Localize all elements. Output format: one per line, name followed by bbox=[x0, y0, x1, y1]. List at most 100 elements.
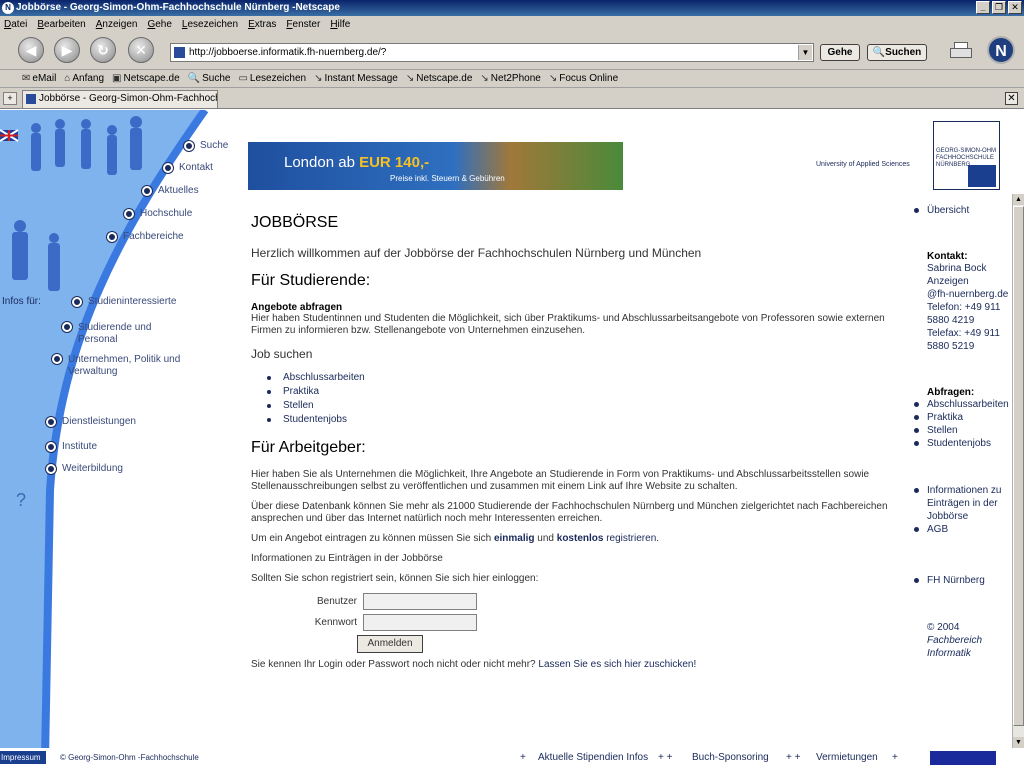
search-button[interactable]: 🔍Suchen bbox=[867, 44, 927, 61]
menu-fenster[interactable]: Fenster bbox=[286, 19, 320, 30]
info-entries-side-link[interactable]: Informationen zu Einträgen in der Jobbör… bbox=[914, 484, 1012, 523]
job-link-praktika[interactable]: Praktika bbox=[267, 385, 901, 399]
new-tab-icon[interactable]: + bbox=[3, 92, 17, 105]
toolbar-item-focus-online[interactable]: ↘ Focus Online bbox=[549, 73, 618, 84]
netscape-logo[interactable]: N bbox=[987, 36, 1015, 64]
password-input[interactable] bbox=[363, 614, 477, 631]
overview-link[interactable]: Übersicht bbox=[914, 204, 1012, 217]
impressum-link[interactable]: Impressum bbox=[0, 751, 46, 764]
print-icon[interactable] bbox=[948, 40, 976, 62]
contact-fax: Telefax: +49 911 bbox=[927, 328, 1000, 339]
tab-title: Jobbörse - Georg-Simon-Ohm-Fachhochsch..… bbox=[39, 93, 217, 104]
query-link-praktika[interactable]: Praktika bbox=[914, 411, 1012, 424]
nav-studierende-personal[interactable]: Studierende und Personal bbox=[62, 322, 172, 346]
nav-unternehmen[interactable]: Unternehmen, Politik und Verwaltung bbox=[52, 354, 182, 378]
scroll-up-icon[interactable]: ▲ bbox=[1013, 194, 1024, 205]
register-link-kostenlos[interactable]: kostenlos bbox=[557, 533, 604, 544]
close-tab-icon[interactable]: ✕ bbox=[1005, 92, 1018, 105]
url-dropdown-icon[interactable]: ▼ bbox=[798, 45, 812, 60]
job-link-abschlussarbeiten[interactable]: Abschlussarbeiten bbox=[267, 371, 901, 385]
toolbar-item-bookmarks[interactable]: ▭ Lesezeichen bbox=[238, 73, 306, 84]
back-icon[interactable]: ◀ bbox=[18, 37, 44, 63]
nav-suche[interactable]: Suche bbox=[184, 140, 228, 151]
nav-institute[interactable]: Institute bbox=[46, 441, 97, 452]
menu-anzeigen[interactable]: Anzeigen bbox=[96, 19, 138, 30]
menu-datei[interactable]: Datei bbox=[4, 19, 27, 30]
ad-banner[interactable]: London ab EUR 140,- Preise inkl. Steuern… bbox=[248, 142, 623, 190]
toolbar-item-net2phone[interactable]: ↘ Net2Phone bbox=[480, 73, 540, 84]
banner-prefix: London ab bbox=[284, 154, 360, 171]
scroll-down-icon[interactable]: ▼ bbox=[1013, 737, 1024, 748]
login-button[interactable]: Anmelden bbox=[357, 635, 423, 653]
menu-lesezeichen[interactable]: Lesezeichen bbox=[182, 19, 238, 30]
nav-label: Dienstleistungen bbox=[62, 416, 136, 427]
contact-email[interactable]: @fh-nuernberg.de bbox=[927, 288, 1012, 301]
agb-link[interactable]: AGB bbox=[914, 523, 1012, 536]
nav-label: Suche bbox=[200, 140, 229, 151]
nav-label: Studierende und Personal bbox=[78, 322, 152, 345]
job-link-stellen[interactable]: Stellen bbox=[267, 399, 901, 413]
register-text: Um ein Angebot eintragen zu können müsse… bbox=[251, 533, 901, 545]
toolbar-item-instant-message[interactable]: ↘ Instant Message bbox=[314, 73, 398, 84]
menu-bearbeiten[interactable]: Bearbeiten bbox=[37, 19, 85, 30]
maximize-button[interactable]: ❐ bbox=[992, 1, 1006, 14]
reload-icon[interactable]: ↻ bbox=[90, 37, 116, 63]
infos-label: Infos für: bbox=[2, 296, 41, 307]
nav-dienstleistungen[interactable]: Dienstleistungen bbox=[46, 416, 136, 427]
nav-label: Fachbereiche bbox=[123, 231, 184, 242]
user-label: Benutzer bbox=[316, 596, 357, 607]
copyright-subject[interactable]: Informatik bbox=[927, 647, 1012, 660]
nav-studieninteressierte[interactable]: Studieninteressierte bbox=[72, 296, 176, 307]
menu-hilfe[interactable]: Hilfe bbox=[330, 19, 350, 30]
scroll-thumb[interactable] bbox=[1013, 206, 1024, 726]
nav-kontakt[interactable]: Kontakt bbox=[163, 162, 213, 173]
tab-jobboerse[interactable]: Jobbörse - Georg-Simon-Ohm-Fachhochsch..… bbox=[22, 90, 218, 108]
nav-weiterbildung[interactable]: Weiterbildung bbox=[46, 463, 123, 474]
nav-aktuelles[interactable]: Aktuelles bbox=[142, 185, 199, 196]
query-link-stellen[interactable]: Stellen bbox=[914, 424, 1012, 437]
register-link-einmalig[interactable]: einmalig bbox=[494, 533, 535, 544]
copyright-dept[interactable]: Fachbereich bbox=[927, 634, 1012, 647]
nav-fachbereiche[interactable]: Fachbereiche bbox=[107, 231, 184, 242]
register-suffix[interactable]: registrieren. bbox=[603, 533, 659, 544]
toolbar-item-netscape[interactable]: ▣ Netscape.de bbox=[112, 73, 180, 84]
job-link-studentenjobs[interactable]: Studentenjobs bbox=[267, 413, 901, 427]
footer-link-stipendien[interactable]: Aktuelle Stipendien Infos bbox=[538, 752, 648, 763]
footer-separator: + bbox=[520, 752, 526, 763]
footer-link-buch-sponsoring[interactable]: Buch-Sponsoring bbox=[692, 752, 769, 763]
query-link-abschlussarbeiten[interactable]: Abschlussarbeiten bbox=[914, 398, 1012, 411]
info-entries-link[interactable]: Informationen zu Einträgen in der Jobbör… bbox=[251, 553, 901, 565]
angebote-text: Hier haben Studentinnen und Studenten di… bbox=[251, 313, 885, 336]
nav-bullet-icon bbox=[124, 208, 134, 219]
nav-bullet-icon bbox=[184, 140, 194, 151]
toolbar-item-netscape-de[interactable]: ↘ Netscape.de bbox=[406, 73, 473, 84]
minimize-button[interactable]: _ bbox=[976, 1, 990, 14]
fh-nuernberg-link[interactable]: FH Nürnberg bbox=[914, 574, 1012, 587]
nav-bullet-icon bbox=[46, 416, 56, 427]
toolbar-item-email[interactable]: ✉ eMail bbox=[22, 73, 56, 84]
bullet-icon bbox=[914, 527, 919, 532]
forward-icon[interactable]: ▶ bbox=[54, 37, 80, 63]
query-link-studentenjobs[interactable]: Studentenjobs bbox=[914, 437, 1012, 450]
toolbar-item-search[interactable]: 🔍 Suche bbox=[188, 73, 231, 84]
footer-link-vermietungen[interactable]: Vermietungen bbox=[816, 752, 878, 763]
url-input[interactable]: http://jobboerse.informatik.fh-nuernberg… bbox=[170, 43, 814, 62]
bullet-icon bbox=[914, 415, 919, 420]
nav-hochschule[interactable]: Hochschule bbox=[124, 208, 192, 219]
close-button[interactable]: ✕ bbox=[1008, 1, 1022, 14]
fh-logo[interactable]: GEORG-SIMON-OHM FACHHOCHSCHULE NÜRNBERG bbox=[933, 121, 1000, 190]
forgot-link[interactable]: Lassen Sie es sich hier zuschicken! bbox=[538, 659, 696, 670]
toolbar-item-home[interactable]: ⌂ Anfang bbox=[64, 73, 104, 84]
go-button[interactable]: Gehe bbox=[820, 44, 860, 61]
vertical-scrollbar[interactable]: ▲ ▼ bbox=[1012, 194, 1024, 748]
stop-icon[interactable]: ✕ bbox=[128, 37, 154, 63]
menu-gehe[interactable]: Gehe bbox=[147, 19, 171, 30]
nav-bullet-icon bbox=[46, 463, 56, 474]
bullet-icon bbox=[914, 488, 919, 493]
help-icon[interactable]: ? bbox=[16, 490, 26, 511]
banner-headline: London ab EUR 140,- bbox=[284, 154, 429, 171]
menu-extras[interactable]: Extras bbox=[248, 19, 276, 30]
user-input[interactable] bbox=[363, 593, 477, 610]
footer-banner[interactable] bbox=[930, 751, 996, 765]
netscape-small-icon: ▣ bbox=[112, 73, 122, 84]
